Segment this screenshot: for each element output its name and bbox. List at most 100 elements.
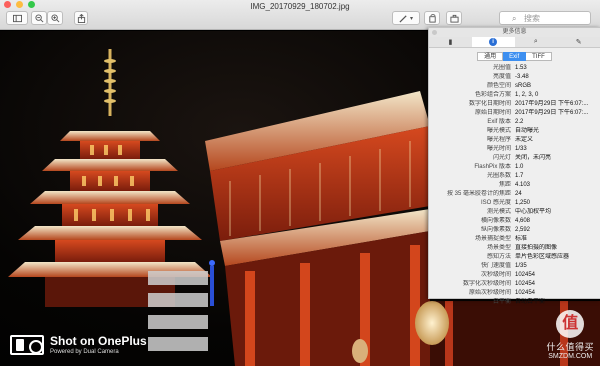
exif-row: 白平衡 自动白平衡 <box>429 298 600 307</box>
sidebar-icon <box>12 14 22 22</box>
exif-value[interactable]: 1/35 <box>515 262 600 271</box>
exif-value[interactable]: 中心加权平均 <box>515 208 600 217</box>
exif-key: 场景捕捉类型 <box>474 236 511 242</box>
exif-value[interactable]: 1/33 <box>515 145 600 154</box>
exif-value[interactable]: 标准 <box>515 235 600 244</box>
sidebar-toggle-button[interactable] <box>6 11 28 25</box>
exif-row: 光圈系数 1.7 <box>429 172 600 181</box>
markup-button[interactable]: ▾ <box>392 11 420 25</box>
info-icon: i <box>489 38 498 46</box>
exif-row: FlashPix 版本 1.0 <box>429 163 600 172</box>
exif-row: 原始日期时间 2017年9月29日 下午6:07:... <box>429 109 600 118</box>
oneplus-watermark: Shot on OnePlus Powered by Dual Camera <box>10 334 147 355</box>
site-watermark-text: 什么值得买 <box>546 342 594 352</box>
inspector-tabs: ▮ i ⌕ ✎ <box>429 37 600 48</box>
segment-tiff[interactable]: TIFF <box>526 52 552 61</box>
exif-key: 测光模式 <box>486 209 511 215</box>
exif-value[interactable]: 关闭，未闪亮 <box>515 154 600 163</box>
exif-row: 亮度值 -3.48 <box>429 73 600 82</box>
exif-value[interactable]: 自动曝光 <box>515 127 600 136</box>
zoom-out-button[interactable] <box>31 11 47 25</box>
exif-key: 光圈值 <box>492 65 511 71</box>
segment-exif[interactable]: Exif <box>503 52 527 61</box>
exif-key: 数字化日期时间 <box>468 101 511 107</box>
rotate-button[interactable] <box>424 11 440 25</box>
exif-key: 颜色空间 <box>486 83 511 89</box>
exif-key: FlashPix 版本 <box>474 164 511 170</box>
inspector-title: 更多信息 <box>502 29 527 35</box>
exif-row: 数字化次秒级时间 102454 <box>429 280 600 289</box>
exif-row: 感知方法 单片色彩区域感应器 <box>429 253 600 262</box>
exif-value[interactable]: 2017年9月29日 下午6:07:... <box>515 109 600 118</box>
tab-file[interactable]: ▮ <box>429 37 472 47</box>
tab-annotate[interactable]: ✎ <box>557 37 600 47</box>
site-logo-icon: 值 <box>556 310 585 338</box>
zoom-in-button[interactable] <box>47 11 63 25</box>
tab-search[interactable]: ⌕ <box>515 37 558 47</box>
file-icon: ▮ <box>448 39 453 46</box>
exif-value[interactable]: 1, 2, 3, 0 <box>515 91 600 100</box>
inspector-close-button[interactable] <box>432 30 437 35</box>
exif-value[interactable]: 1.0 <box>515 163 600 172</box>
exif-value[interactable]: 1,250 <box>515 199 600 208</box>
exif-row: Exif 版本 2.2 <box>429 118 600 127</box>
magnifier-icon: ⌕ <box>533 38 538 45</box>
exif-key: 闪光灯 <box>492 155 511 161</box>
exif-value[interactable]: 1.7 <box>515 172 600 181</box>
exif-value[interactable]: sRGB <box>515 82 600 91</box>
zoom-in-icon <box>50 13 59 22</box>
chevron-down-icon: ▾ <box>409 15 413 22</box>
exif-row: 曝光时间 1/33 <box>429 145 600 154</box>
exif-value[interactable]: 单片色彩区域感应器 <box>515 253 600 262</box>
exif-value[interactable]: 直接拍摄的图像 <box>515 244 600 253</box>
exif-value[interactable]: 4,608 <box>515 217 600 226</box>
tab-info[interactable]: i <box>471 37 515 47</box>
exif-row: ISO 感光度 1,250 <box>429 199 600 208</box>
exif-value[interactable]: 自动白平衡 <box>515 298 600 307</box>
exif-value[interactable]: 2.2 <box>515 118 600 127</box>
exif-key: 按 35 毫米胶卷计的焦距 <box>446 191 511 197</box>
site-watermark: 值 什么值得买 SMZDM.COM <box>546 310 594 360</box>
watermark-subtitle: Powered by Dual Camera <box>50 349 119 355</box>
exif-value[interactable]: 102454 <box>515 280 600 289</box>
segment-general[interactable]: 通用 <box>477 52 504 61</box>
inspector-title-bar: 更多信息 <box>429 28 600 37</box>
exif-value[interactable]: -3.48 <box>515 73 600 82</box>
search-input[interactable]: ⌕ 搜索 <box>499 11 591 25</box>
exif-row: 光圈值 1.53 <box>429 64 600 73</box>
exif-key: 快门速度值 <box>480 263 511 269</box>
exif-value[interactable]: 102454 <box>515 271 600 280</box>
exif-value[interactable]: 2017年9月29日 下午6:07:... <box>515 100 600 109</box>
exif-row: 色彩组合方案 1, 2, 3, 0 <box>429 91 600 100</box>
exif-value[interactable]: 4.103 <box>515 181 600 190</box>
exif-row: 曝光程序 未定义 <box>429 136 600 145</box>
exif-value[interactable]: 2,592 <box>515 226 600 235</box>
toolbox-icon <box>449 14 459 23</box>
search-placeholder: 搜索 <box>524 13 540 23</box>
exif-key: 数字化次秒级时间 <box>462 281 511 287</box>
exif-key: 曝光程序 <box>486 137 511 143</box>
exif-key: Exif 版本 <box>487 119 511 125</box>
exif-row: 曝光模式 自动曝光 <box>429 127 600 136</box>
exif-value[interactable]: 24 <box>515 190 600 199</box>
exif-value[interactable]: 未定义 <box>515 136 600 145</box>
rotate-icon <box>428 13 436 23</box>
exif-row: 纵向像素数 2,592 <box>429 226 600 235</box>
window-title: IMG_20170929_180702.jpg <box>250 2 350 11</box>
inspector-panel: 更多信息 ▮ i ⌕ ✎ 通用 Exif TIFF 光圈值 1.53 亮度值 -3.4… <box>428 27 600 305</box>
dual-camera-logo-icon <box>10 334 44 355</box>
exif-key: ISO 感光度 <box>480 200 511 206</box>
exif-row: 原始次秒级时间 102454 <box>429 289 600 298</box>
site-watermark-domain: SMZDM.COM <box>548 353 593 360</box>
exif-key: 次秒级时间 <box>480 272 511 278</box>
pen-icon: ✎ <box>575 39 582 46</box>
exif-row: 闪光灯 关闭，未闪亮 <box>429 154 600 163</box>
toolbox-button[interactable] <box>446 11 462 25</box>
zoom-out-icon <box>34 13 43 22</box>
exif-key: 感知方法 <box>486 254 511 260</box>
exif-key: 白平衡 <box>492 299 511 305</box>
exif-key: 色彩组合方案 <box>474 92 511 98</box>
share-button[interactable] <box>74 11 88 25</box>
exif-value[interactable]: 102454 <box>515 289 600 298</box>
exif-value[interactable]: 1.53 <box>515 64 600 73</box>
